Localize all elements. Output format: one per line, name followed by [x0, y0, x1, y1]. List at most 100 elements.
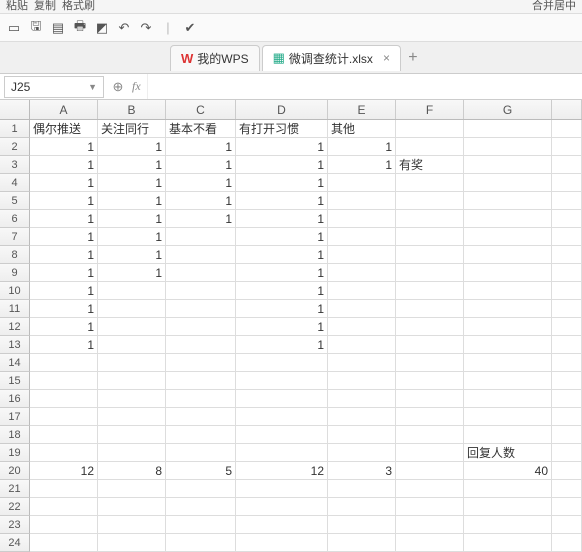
cell[interactable]	[464, 138, 552, 156]
cell[interactable]	[552, 372, 582, 390]
cell[interactable]	[98, 516, 166, 534]
cell[interactable]	[30, 498, 98, 516]
cell[interactable]	[464, 228, 552, 246]
cell[interactable]	[396, 462, 464, 480]
cell[interactable]: 关注同行	[98, 120, 166, 138]
cell[interactable]: 1	[236, 174, 328, 192]
cell[interactable]: 1	[98, 210, 166, 228]
cell[interactable]	[552, 498, 582, 516]
cell[interactable]: 1	[30, 282, 98, 300]
row-header[interactable]: 20	[0, 462, 30, 480]
row-header[interactable]: 5	[0, 192, 30, 210]
cell[interactable]	[552, 174, 582, 192]
cell[interactable]	[464, 336, 552, 354]
cell[interactable]	[464, 534, 552, 552]
save-icon[interactable]: 🖫	[28, 20, 44, 36]
cell[interactable]	[396, 318, 464, 336]
cell[interactable]: 1	[236, 264, 328, 282]
cell[interactable]	[328, 174, 396, 192]
cell[interactable]	[396, 300, 464, 318]
cell[interactable]: 3	[328, 462, 396, 480]
cell[interactable]	[328, 372, 396, 390]
cell[interactable]	[98, 372, 166, 390]
cell[interactable]	[464, 246, 552, 264]
cell[interactable]: 1	[166, 138, 236, 156]
row-header[interactable]: 22	[0, 498, 30, 516]
cell[interactable]	[552, 156, 582, 174]
cell[interactable]	[396, 390, 464, 408]
cell[interactable]	[236, 444, 328, 462]
cell[interactable]	[464, 390, 552, 408]
cell[interactable]	[396, 372, 464, 390]
cell[interactable]	[98, 498, 166, 516]
cell[interactable]	[30, 426, 98, 444]
cell[interactable]: 1	[30, 228, 98, 246]
cell[interactable]	[396, 282, 464, 300]
cell[interactable]	[552, 318, 582, 336]
cell[interactable]: 1	[236, 300, 328, 318]
row-header[interactable]: 4	[0, 174, 30, 192]
cell[interactable]: 偶尔推送	[30, 120, 98, 138]
tab-wps-home[interactable]: W 我的WPS	[170, 45, 260, 71]
preview-icon[interactable]: ◩	[94, 20, 110, 36]
print-icon[interactable]: 🖶	[72, 20, 88, 36]
cell[interactable]	[328, 336, 396, 354]
open-icon[interactable]: ▭	[6, 20, 22, 36]
cell[interactable]: 1	[328, 138, 396, 156]
cell[interactable]	[396, 336, 464, 354]
chevron-down-icon[interactable]: ▼	[88, 82, 97, 92]
row-header[interactable]: 9	[0, 264, 30, 282]
cell[interactable]	[552, 246, 582, 264]
cell[interactable]: 1	[236, 282, 328, 300]
cell[interactable]	[552, 210, 582, 228]
cell[interactable]	[396, 498, 464, 516]
cell[interactable]	[396, 120, 464, 138]
cell[interactable]	[166, 354, 236, 372]
cell[interactable]: 有奖	[396, 156, 464, 174]
cell[interactable]	[328, 246, 396, 264]
cell[interactable]	[30, 408, 98, 426]
cell[interactable]	[464, 408, 552, 426]
cell[interactable]	[236, 480, 328, 498]
cell[interactable]	[552, 300, 582, 318]
cell[interactable]	[328, 534, 396, 552]
cell[interactable]	[236, 354, 328, 372]
cell[interactable]: 基本不看	[166, 120, 236, 138]
cell[interactable]	[236, 372, 328, 390]
cell[interactable]	[166, 390, 236, 408]
cell[interactable]	[396, 246, 464, 264]
cell[interactable]: 1	[236, 336, 328, 354]
cell[interactable]: 1	[166, 156, 236, 174]
row-header[interactable]: 3	[0, 156, 30, 174]
row-header[interactable]: 16	[0, 390, 30, 408]
cell[interactable]	[464, 282, 552, 300]
row-header[interactable]: 7	[0, 228, 30, 246]
cell[interactable]: 1	[98, 246, 166, 264]
col-header-G[interactable]: G	[464, 100, 552, 119]
format-painter-label[interactable]: 格式刷	[62, 0, 95, 13]
cell[interactable]: 1	[236, 156, 328, 174]
cell[interactable]	[328, 408, 396, 426]
cell[interactable]	[98, 408, 166, 426]
cell[interactable]	[98, 354, 166, 372]
cell[interactable]: 1	[98, 138, 166, 156]
cell[interactable]: 1	[98, 174, 166, 192]
cell[interactable]: 1	[30, 336, 98, 354]
cell[interactable]	[30, 354, 98, 372]
cell[interactable]	[464, 210, 552, 228]
cell[interactable]: 1	[30, 210, 98, 228]
fx-label[interactable]: fx	[132, 79, 141, 94]
cell[interactable]	[166, 498, 236, 516]
cell[interactable]	[30, 480, 98, 498]
select-all-corner[interactable]	[0, 100, 30, 119]
cell[interactable]	[98, 444, 166, 462]
merge-label[interactable]: 合并居中	[532, 0, 576, 13]
cell[interactable]	[552, 444, 582, 462]
cell[interactable]	[552, 534, 582, 552]
row-header[interactable]: 23	[0, 516, 30, 534]
cell[interactable]: 1	[98, 264, 166, 282]
cell[interactable]: 1	[166, 174, 236, 192]
cell[interactable]	[328, 354, 396, 372]
cell[interactable]: 有打开习惯	[236, 120, 328, 138]
cell[interactable]	[396, 192, 464, 210]
